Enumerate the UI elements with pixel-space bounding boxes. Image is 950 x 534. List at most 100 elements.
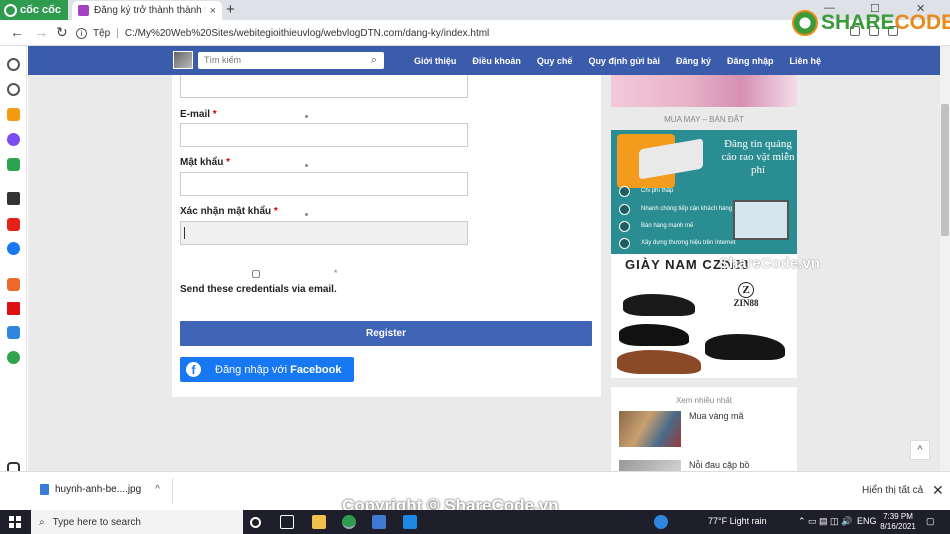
search-placeholder: Tìm kiếm [204, 55, 241, 65]
tab-active[interactable]: Đăng ký trở thành thành viên × [72, 1, 222, 20]
app-icon[interactable] [7, 351, 20, 364]
ad-row: Nhanh chóng tiếp cận khách hàng [641, 206, 733, 212]
browser-brand-label: cốc cốc [20, 4, 61, 16]
task-view-icon[interactable] [280, 515, 294, 529]
nav-link-quy-che[interactable]: Quy chế [537, 56, 573, 66]
sharecode-logo: SHARECODE.vn [792, 10, 950, 36]
popular-posts: Xem nhiều nhất Mua vàng mã Nỗi đau cặp b… [611, 387, 797, 471]
ad-row: Chi phí thấp [641, 188, 674, 194]
mouse-cursor: * [334, 268, 338, 278]
browser-brand[interactable]: cốc cốc [0, 0, 68, 20]
nav-link-quy-dinh[interactable]: Quy định gửi bài [588, 56, 660, 66]
vtv-icon[interactable] [7, 302, 20, 315]
shopee-icon[interactable] [7, 278, 20, 291]
nav-link-dang-ky[interactable]: Đăng ký [676, 56, 711, 66]
ad-row: Bán hàng mạnh mẽ [641, 223, 694, 229]
ad-classifieds-title: Đăng tin quảng cáo rao vặt miễn phí [721, 138, 795, 176]
url-separator: | [116, 27, 119, 39]
avatar[interactable] [173, 51, 193, 69]
status-dot [305, 164, 308, 167]
post-thumbnail[interactable] [619, 411, 681, 447]
taskbar-search-input[interactable]: ⌕ Type here to search [31, 510, 243, 534]
web-page: Tìm kiếm ⌕ Giới thiệu Điều khoản Quy chế… [28, 46, 940, 471]
tab-close-icon[interactable]: × [210, 5, 216, 17]
cococ-logo-icon [4, 3, 17, 17]
password-field[interactable] [180, 172, 468, 196]
popular-title: Xem nhiều nhất [675, 396, 733, 405]
facebook-sidebar-icon[interactable] [7, 242, 20, 255]
nav-links: Giới thiệu Điều khoản Quy chế Quy định g… [414, 46, 821, 75]
facebook-login-button[interactable]: f Đăng nhập với Facebook [180, 357, 354, 382]
app-taskbar-icon[interactable] [403, 515, 417, 529]
add-icon[interactable] [7, 192, 20, 205]
app-taskbar-icon[interactable] [372, 515, 386, 529]
list-item[interactable]: Mua vàng mã [619, 411, 789, 449]
system-clock[interactable]: 7:39 PM 8/16/2021 [878, 512, 918, 532]
taskbar-search-placeholder: Type here to search [52, 516, 141, 528]
post-title[interactable]: Nỗi đau cặp bồ [689, 460, 750, 470]
sharecode-logo-main: SHARE [821, 11, 895, 34]
settings-icon[interactable] [7, 58, 20, 71]
download-filename: huynh-anh-be....jpg [55, 484, 142, 495]
url-text: C:/My%20Web%20Sites/webitegioithieuvlog/… [124, 27, 490, 39]
send-credentials-checkbox[interactable] [252, 270, 260, 278]
help-icon[interactable] [654, 515, 668, 529]
close-download-bar-icon[interactable]: ✕ [932, 482, 944, 499]
back-arrow-icon[interactable]: ← [10, 24, 24, 40]
search-input[interactable]: Tìm kiếm ⌕ [198, 52, 384, 69]
history-icon[interactable] [7, 83, 20, 96]
confirm-password-label: Xác nhận mật khẩu * [180, 206, 278, 217]
show-all-downloads-link[interactable]: Hiển thị tất cả [862, 485, 923, 496]
game-icon[interactable] [7, 158, 20, 171]
scrollbar-thumb[interactable] [941, 104, 949, 236]
zin88-logo: Z ZIN88 [733, 282, 759, 308]
new-tab-button[interactable]: + [226, 1, 235, 18]
reload-icon[interactable]: ↻ [56, 24, 68, 41]
ad-caption: MUA MAY – BÁN ĐẤT [664, 115, 744, 124]
ad-banner-classifieds[interactable]: Đăng tin quảng cáo rao vặt miễn phí Chi … [611, 130, 797, 254]
register-button[interactable]: Register [180, 321, 592, 346]
download-bar: huynh-anh-be....jpg ^ Copyright © ShareC… [0, 471, 950, 515]
scroll-to-top-button[interactable]: ^ [910, 440, 930, 460]
facebook-icon: f [186, 362, 201, 377]
chevron-up-icon[interactable]: ^ [155, 484, 160, 495]
previous-input-field[interactable] [180, 75, 468, 98]
email-field[interactable] [180, 123, 468, 147]
search-icon[interactable]: ⌕ [371, 52, 377, 69]
required-mark: * [273, 206, 278, 217]
confirm-password-field[interactable] [180, 221, 468, 245]
download-item[interactable]: huynh-anh-be....jpg ^ [40, 484, 160, 495]
nav-link-lien-he[interactable]: Liên hệ [789, 56, 821, 66]
tray-icons[interactable]: ⌃ ▭ ▤ ◫ 🔊 [798, 516, 852, 527]
notification-icon[interactable]: ▢ [926, 516, 935, 527]
page-scrollbar[interactable] [940, 46, 950, 471]
chevron-up-icon: ^ [917, 444, 923, 456]
nav-link-dieu-khoan[interactable]: Điều khoản [472, 56, 521, 66]
tiki-icon[interactable] [7, 326, 20, 339]
fire-icon [619, 221, 630, 232]
weather-status[interactable]: 77°F Light rain [708, 516, 767, 526]
people-icon [619, 204, 630, 215]
shoe-image [623, 294, 695, 316]
list-item[interactable]: Nỗi đau cặp bồ [619, 460, 789, 471]
nav-link-gioi-thieu[interactable]: Giới thiệu [414, 56, 456, 66]
windows-start-icon[interactable] [9, 516, 21, 528]
url-field[interactable]: i Tệp | C:/My%20Web%20Sites/webitegioith… [76, 23, 776, 43]
crown-icon[interactable] [7, 108, 20, 121]
youtube-icon[interactable] [7, 218, 20, 231]
ad-banner-top[interactable] [611, 75, 797, 107]
file-explorer-icon[interactable] [312, 515, 326, 529]
site-navbar: Tìm kiếm ⌕ Giới thiệu Điều khoản Quy chế… [28, 46, 940, 75]
post-thumbnail[interactable] [619, 460, 681, 471]
messenger-icon[interactable] [7, 133, 20, 146]
forward-arrow-icon[interactable]: → [34, 24, 48, 40]
ad-row: Xây dựng thương hiệu trên Internet [641, 240, 736, 246]
ad-banner-shoes[interactable]: GIÀY NAM C ZIN88 ShareCode.vn Z ZIN88 [611, 254, 820, 378]
language-indicator[interactable]: ENG [857, 516, 877, 526]
cococ-taskbar-icon[interactable] [342, 515, 356, 529]
sharecode-logo-accent: CODE.vn [894, 11, 950, 34]
post-title[interactable]: Mua vàng mã [689, 411, 744, 421]
info-icon[interactable]: i [76, 27, 87, 39]
nav-link-dang-nhap[interactable]: Đăng nhập [727, 56, 774, 66]
cortana-icon[interactable] [250, 517, 261, 528]
